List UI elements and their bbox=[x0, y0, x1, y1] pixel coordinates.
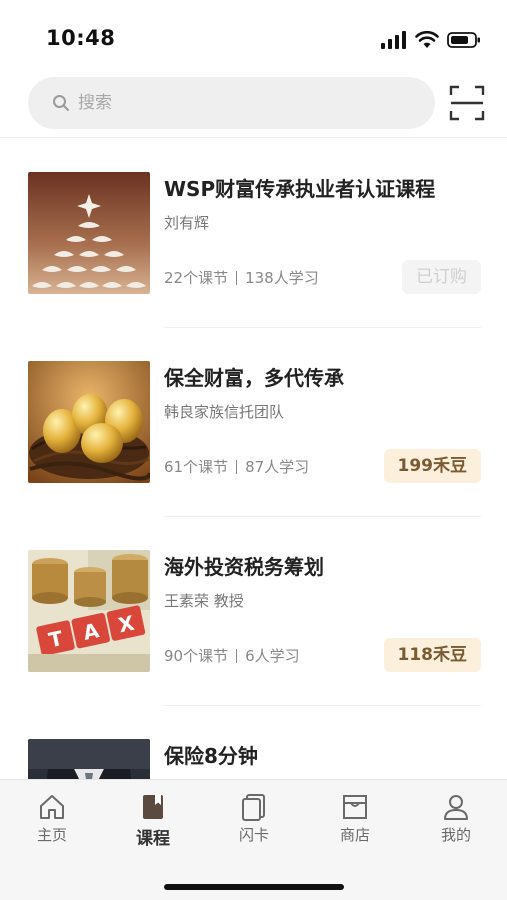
course-stats: 61个课节 87人学习 bbox=[164, 456, 309, 477]
course-author: 刘有辉 bbox=[164, 214, 210, 232]
learner-count: 138人学习 bbox=[245, 269, 319, 287]
course-title: WSP财富传承执业者认证课程 bbox=[164, 177, 436, 201]
stats-separator bbox=[236, 459, 238, 474]
stats-separator bbox=[236, 648, 238, 663]
tab-label: 我的 bbox=[440, 826, 471, 844]
course-list: WSP财富传承执业者认证课程 刘有辉 22个课节 138人学习 已订购 保全财富… bbox=[0, 139, 507, 779]
course-thumbnail-golden-eggs bbox=[28, 361, 150, 483]
search-box[interactable] bbox=[28, 77, 435, 129]
tab-store[interactable]: 商店 bbox=[325, 792, 385, 845]
search-input[interactable] bbox=[78, 93, 378, 113]
course-item[interactable]: 保险8分钟 bbox=[0, 706, 507, 779]
wifi-icon bbox=[415, 31, 439, 48]
lesson-count: 22个课节 bbox=[164, 269, 229, 287]
tab-label: 闪卡 bbox=[238, 826, 269, 844]
status-bar: 10:48 bbox=[0, 0, 507, 72]
tab-bar: 主页 课程 闪卡 商店 我的 bbox=[0, 779, 507, 900]
price-button[interactable]: 199禾豆 bbox=[383, 449, 481, 483]
course-title: 海外投资税务筹划 bbox=[164, 555, 324, 579]
stats-separator bbox=[236, 270, 238, 285]
tab-home[interactable]: 主页 bbox=[22, 792, 82, 845]
status-time: 10:48 bbox=[46, 26, 116, 50]
course-thumbnail-pinecone bbox=[28, 172, 150, 294]
course-thumbnail-tax-coins: T A X bbox=[28, 550, 150, 672]
course-item[interactable]: 保全财富，多代传承 韩良家族信托团队 61个课节 87人学习 199禾豆 bbox=[0, 328, 507, 517]
learner-count: 87人学习 bbox=[245, 458, 310, 476]
signal-icon bbox=[381, 31, 406, 49]
course-item[interactable]: T A X 海外投资税务筹划 王素荣 教授 90个课节 6人学习 118禾豆 bbox=[0, 517, 507, 706]
lesson-count: 61个课节 bbox=[164, 458, 229, 476]
course-author: 韩良家族信托团队 bbox=[164, 403, 285, 421]
tab-courses[interactable]: 课程 bbox=[123, 792, 183, 849]
course-item[interactable]: WSP财富传承执业者认证课程 刘有辉 22个课节 138人学习 已订购 bbox=[0, 139, 507, 328]
tab-profile[interactable]: 我的 bbox=[426, 792, 486, 845]
search-bar-row bbox=[0, 72, 507, 138]
course-title: 保全财富，多代传承 bbox=[164, 366, 344, 390]
home-indicator bbox=[164, 884, 344, 890]
learner-count: 6人学习 bbox=[245, 647, 300, 665]
course-thumbnail-suit-person bbox=[28, 739, 150, 779]
store-icon bbox=[343, 795, 367, 819]
flashcard-icon bbox=[242, 794, 265, 821]
course-stats: 22个课节 138人学习 bbox=[164, 267, 319, 288]
course-title: 保险8分钟 bbox=[164, 744, 258, 768]
tab-label: 主页 bbox=[36, 826, 67, 844]
tab-flashcard[interactable]: 闪卡 bbox=[224, 792, 284, 845]
course-author: 王素荣 教授 bbox=[164, 592, 244, 610]
subscribed-badge: 已订购 bbox=[402, 260, 481, 294]
tab-label: 课程 bbox=[136, 829, 170, 849]
book-icon bbox=[143, 795, 163, 819]
user-icon bbox=[444, 795, 468, 820]
battery-icon bbox=[447, 32, 480, 48]
search-icon bbox=[53, 95, 69, 111]
tab-label: 商店 bbox=[339, 826, 370, 844]
home-icon bbox=[40, 795, 64, 819]
price-button[interactable]: 118禾豆 bbox=[383, 638, 481, 672]
course-stats: 90个课节 6人学习 bbox=[164, 645, 300, 666]
status-icons bbox=[381, 30, 481, 50]
lesson-count: 90个课节 bbox=[164, 647, 229, 665]
scan-icon[interactable] bbox=[449, 85, 485, 121]
